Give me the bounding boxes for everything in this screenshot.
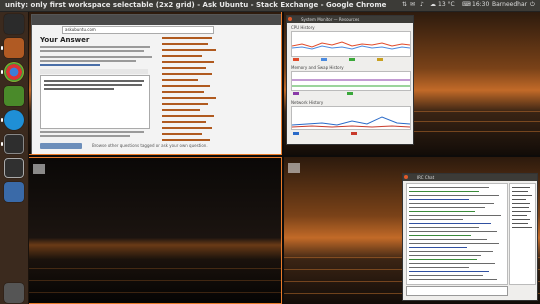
- chrome-icon[interactable]: [4, 62, 24, 82]
- running-indicator: [1, 70, 3, 74]
- browser-window[interactable]: askubuntu.com Your Answer Browse other q…: [31, 14, 281, 154]
- chat-title: IRC Chat: [417, 175, 435, 180]
- workspace-2[interactable]: System Monitor — Resources CPU History M…: [284, 11, 540, 155]
- workspace-switcher-icon[interactable]: [4, 182, 24, 202]
- ubuntu-software-icon[interactable]: [4, 86, 24, 106]
- terminal-icon[interactable]: [4, 158, 24, 178]
- clock[interactable]: 16:30: [472, 1, 489, 8]
- chat-window[interactable]: IRC Chat: [402, 173, 538, 301]
- network-history-label: Network History: [291, 100, 324, 105]
- address-bar[interactable]: askubuntu.com: [62, 26, 214, 34]
- workspace-4[interactable]: IRC Chat: [284, 157, 540, 304]
- launcher: [0, 11, 29, 304]
- mail-icon[interactable]: ✉: [410, 1, 415, 8]
- power-icon[interactable]: ⏻: [530, 1, 535, 9]
- post-answer-button[interactable]: [40, 143, 82, 149]
- answer-editor[interactable]: [40, 75, 150, 129]
- text-line: [40, 46, 150, 48]
- running-indicator: [1, 46, 3, 50]
- running-indicator: [1, 118, 3, 122]
- close-icon[interactable]: [404, 175, 408, 179]
- top-panel: unity: only first workspace selectable (…: [0, 0, 540, 12]
- temperature[interactable]: 13 °C: [438, 1, 455, 8]
- text-line: [40, 60, 136, 62]
- user-list[interactable]: [509, 183, 536, 285]
- desktop-file-icon[interactable]: [33, 164, 45, 174]
- running-indicator: [1, 142, 3, 146]
- system-monitor-window[interactable]: System Monitor — Resources CPU History M…: [286, 15, 414, 145]
- trash-icon[interactable]: [4, 283, 24, 303]
- window-title: unity: only first workspace selectable (…: [5, 1, 387, 9]
- user-name[interactable]: Barneedhar: [492, 1, 527, 8]
- text-line: [40, 135, 130, 137]
- chat-log[interactable]: [406, 183, 508, 285]
- desktop-file-icon[interactable]: [288, 163, 300, 173]
- network-icon[interactable]: ⇅: [402, 1, 407, 8]
- workspace-3[interactable]: [28, 157, 282, 304]
- skype-icon[interactable]: [4, 110, 24, 130]
- system-monitor-icon[interactable]: [4, 134, 24, 154]
- sysmon-title: System Monitor — Resources: [301, 17, 360, 22]
- dash-home-icon[interactable]: [4, 14, 24, 34]
- link-line[interactable]: [40, 64, 100, 66]
- files-icon[interactable]: [4, 38, 24, 58]
- related-questions: [162, 35, 232, 153]
- chat-titlebar: IRC Chat: [403, 174, 537, 181]
- sysmon-titlebar: System Monitor — Resources: [287, 16, 413, 23]
- text-line: [40, 56, 152, 58]
- sound-icon[interactable]: ♪: [420, 1, 424, 8]
- answer-heading: Your Answer: [40, 36, 90, 44]
- cpu-graph: [291, 31, 411, 57]
- url-text: askubuntu.com: [65, 27, 96, 32]
- keyboard-icon[interactable]: ⌨: [462, 1, 471, 8]
- cpu-history-label: CPU History: [291, 25, 315, 30]
- editor-toolbar[interactable]: [40, 69, 148, 74]
- text-line: [40, 131, 144, 133]
- network-graph: [291, 106, 411, 130]
- workspace-1[interactable]: askubuntu.com Your Answer Browse other q…: [28, 11, 282, 155]
- memory-graph: [291, 71, 411, 91]
- chat-input[interactable]: [406, 286, 508, 296]
- text-line: [40, 50, 144, 52]
- memory-history-label: Memory and Swap History: [291, 65, 344, 70]
- close-icon[interactable]: [288, 17, 292, 21]
- browser-tab-bar: [32, 15, 281, 25]
- weather-icon[interactable]: ☁: [430, 1, 436, 8]
